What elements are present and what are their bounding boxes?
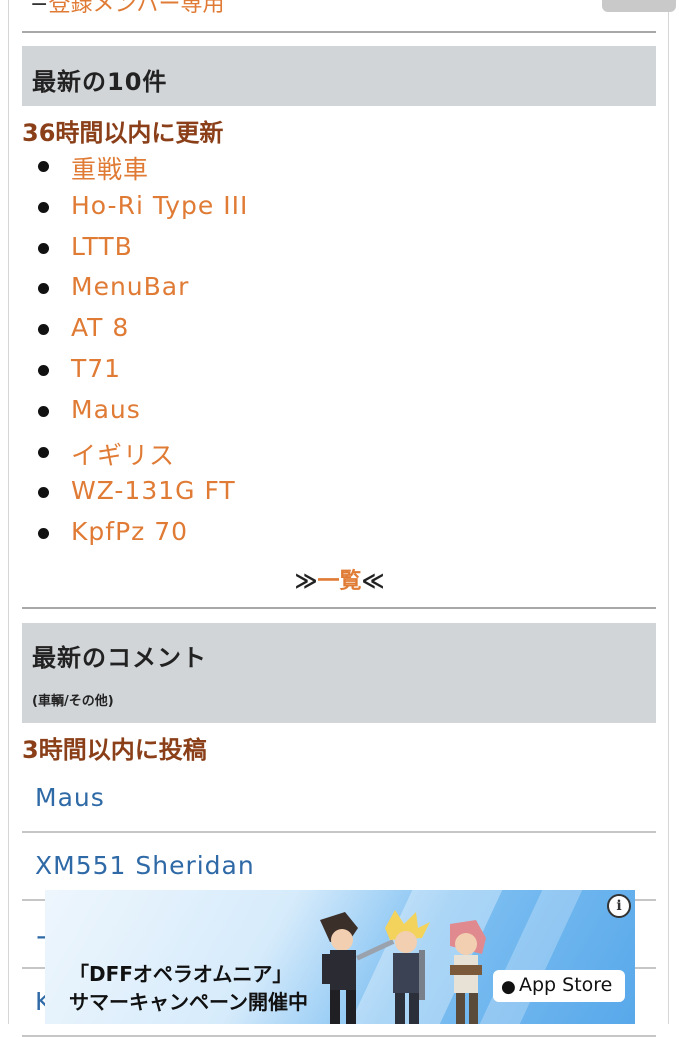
- ad-subheadline: サマーキャンペーン開催中: [69, 990, 308, 1014]
- update-link[interactable]: MenuBar: [71, 272, 189, 301]
- divider: [22, 607, 656, 609]
- double-angle-left-icon: ≪: [361, 569, 385, 594]
- list-item: LTTB: [0, 228, 679, 269]
- latest-updates-title: 最新の10件: [32, 68, 168, 96]
- ad-banner[interactable]: 「DFFオペラオムニア」 サマーキャンペーン開催中 ● App Store i: [45, 890, 635, 1024]
- bullet-icon: [38, 201, 49, 213]
- dash: −: [30, 0, 49, 17]
- double-angle-right-icon: ≫: [294, 569, 318, 594]
- top-button[interactable]: [602, 0, 676, 12]
- list-item: Ho-Ri Type III: [0, 187, 679, 228]
- comment-row: Maus: [22, 763, 656, 833]
- info-icon[interactable]: i: [607, 894, 631, 918]
- update-link[interactable]: AT 8: [71, 313, 129, 342]
- list-item: Maus: [0, 391, 679, 432]
- members-only-link[interactable]: 登録メンバー専用: [48, 0, 224, 17]
- bullet-icon: [38, 528, 49, 540]
- list-item: イギリス: [0, 432, 679, 473]
- ad-characters-illustration: [320, 910, 486, 1024]
- bullet-icon: [38, 446, 49, 458]
- latest-comments-title: 最新のコメント: [32, 644, 207, 672]
- app-store-label: App Store: [519, 974, 613, 996]
- list-item: AT 8: [0, 309, 679, 350]
- bullet-icon: [38, 364, 49, 376]
- update-link[interactable]: WZ-131G FT: [71, 476, 236, 505]
- members-only-link-row[interactable]: −登録メンバー専用: [30, 0, 224, 18]
- latest-comments-subheading: 3時間以内に投稿: [22, 736, 207, 764]
- latest-comments-subtitle: (車輌/その他): [32, 694, 114, 709]
- latest-updates-subheading: 36時間以内に更新: [22, 119, 224, 147]
- update-link[interactable]: T71: [71, 354, 121, 383]
- bullet-icon: [38, 324, 49, 336]
- list-item: T71: [0, 350, 679, 391]
- comment-link[interactable]: XM551 Sheridan: [35, 851, 255, 880]
- latest-updates-header: 最新の10件: [22, 46, 656, 106]
- update-link[interactable]: LTTB: [71, 232, 133, 261]
- list-item: WZ-131G FT: [0, 472, 679, 513]
- ad-headline: 「DFFオペラオムニア」: [69, 962, 293, 986]
- bullet-icon: [38, 283, 49, 295]
- update-link[interactable]: Ho-Ri Type III: [71, 191, 248, 220]
- comment-link[interactable]: Maus: [35, 783, 105, 812]
- bullet-icon: [38, 405, 49, 417]
- latest-updates-list: 重戦車 Ho-Ri Type III LTTB MenuBar AT 8 T71…: [0, 146, 679, 554]
- update-link[interactable]: イギリス: [71, 436, 175, 472]
- app-store-badge[interactable]: ● App Store: [493, 970, 625, 1002]
- apple-icon: ●: [501, 977, 516, 997]
- see-all-link[interactable]: 一覧: [317, 569, 361, 594]
- list-item: 重戦車: [0, 146, 679, 187]
- update-link[interactable]: KpfPz 70: [71, 517, 188, 546]
- list-item: MenuBar: [0, 268, 679, 309]
- list-item: KpfPz 70: [0, 513, 679, 554]
- update-link[interactable]: Maus: [71, 395, 141, 424]
- bullet-icon: [38, 161, 49, 172]
- latest-comments-header: 最新のコメント (車輌/その他): [22, 623, 656, 723]
- bullet-icon: [38, 487, 49, 499]
- bullet-icon: [38, 242, 49, 254]
- see-all-row: ≫一覧≪: [0, 563, 679, 595]
- update-link[interactable]: 重戦車: [71, 150, 149, 186]
- divider: [22, 31, 656, 33]
